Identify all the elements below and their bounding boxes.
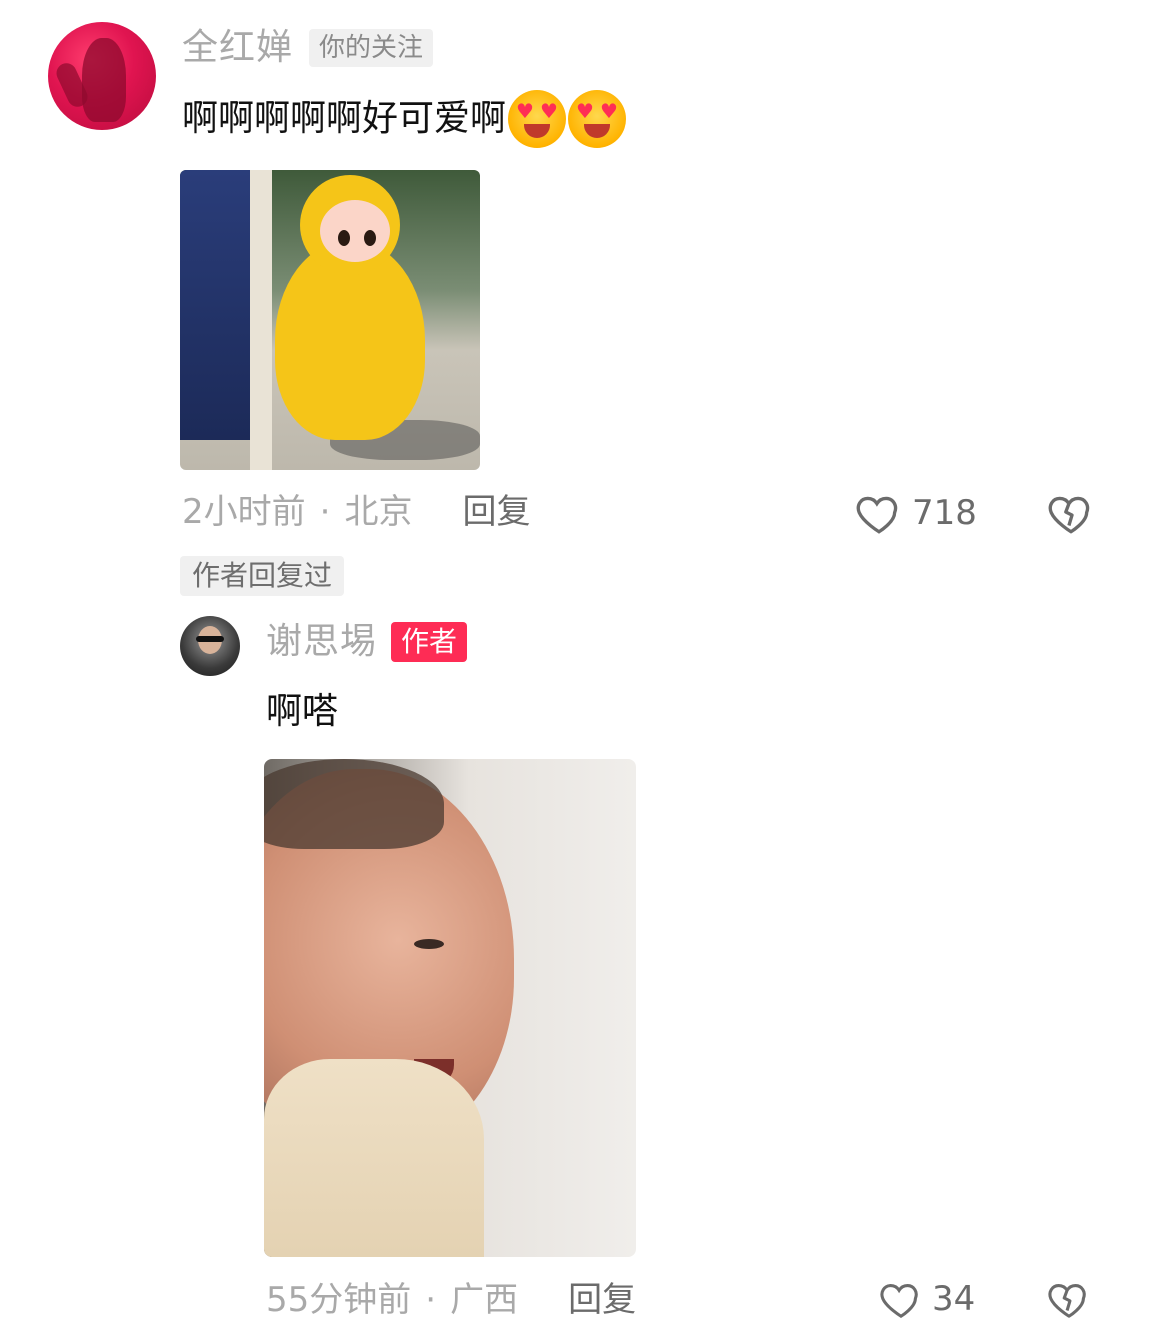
reply-like-button[interactable]: 34 bbox=[878, 1276, 975, 1322]
heart-icon bbox=[878, 1276, 924, 1322]
author-badge: 作者 bbox=[391, 622, 468, 662]
reply-location: 广西 bbox=[450, 1280, 519, 1320]
comment-time: 2小时前 bbox=[182, 492, 306, 532]
reply-dislike-button[interactable] bbox=[1046, 1276, 1092, 1322]
comment-text: 啊啊啊啊啊好可爱啊 bbox=[182, 98, 507, 139]
commenter-avatar[interactable] bbox=[48, 22, 156, 130]
commenter-username[interactable]: 全红婵 bbox=[182, 28, 293, 68]
reply-like-count: 34 bbox=[932, 1279, 976, 1319]
broken-heart-icon bbox=[1046, 496, 1096, 542]
heart-eyes-emoji: ♥ ♥ bbox=[568, 90, 627, 148]
like-count: 718 bbox=[912, 493, 977, 533]
comment-image-mascot[interactable] bbox=[180, 170, 480, 470]
reply-time: 55分钟前 bbox=[266, 1280, 412, 1320]
reply-text: 啊嗒 bbox=[266, 691, 339, 732]
following-tag: 你的关注 bbox=[309, 29, 434, 67]
heart-icon bbox=[854, 488, 904, 538]
meta-separator: · bbox=[425, 1280, 437, 1320]
heart-eyes-emoji: ♥ ♥ bbox=[508, 90, 567, 148]
meta-separator: · bbox=[319, 492, 331, 532]
broken-heart-icon bbox=[1046, 1284, 1092, 1326]
author-username[interactable]: 谢思埸 bbox=[266, 622, 377, 662]
reply-image-baby[interactable] bbox=[264, 759, 636, 1257]
reply-button[interactable]: 回复 bbox=[568, 1280, 636, 1320]
dislike-button[interactable] bbox=[1046, 488, 1096, 538]
like-button[interactable]: 718 bbox=[854, 488, 977, 538]
author-avatar[interactable] bbox=[180, 616, 240, 676]
author-replied-tag[interactable]: 作者回复过 bbox=[180, 556, 345, 596]
reply-button[interactable]: 回复 bbox=[462, 492, 530, 532]
comment-location: 北京 bbox=[344, 492, 413, 532]
